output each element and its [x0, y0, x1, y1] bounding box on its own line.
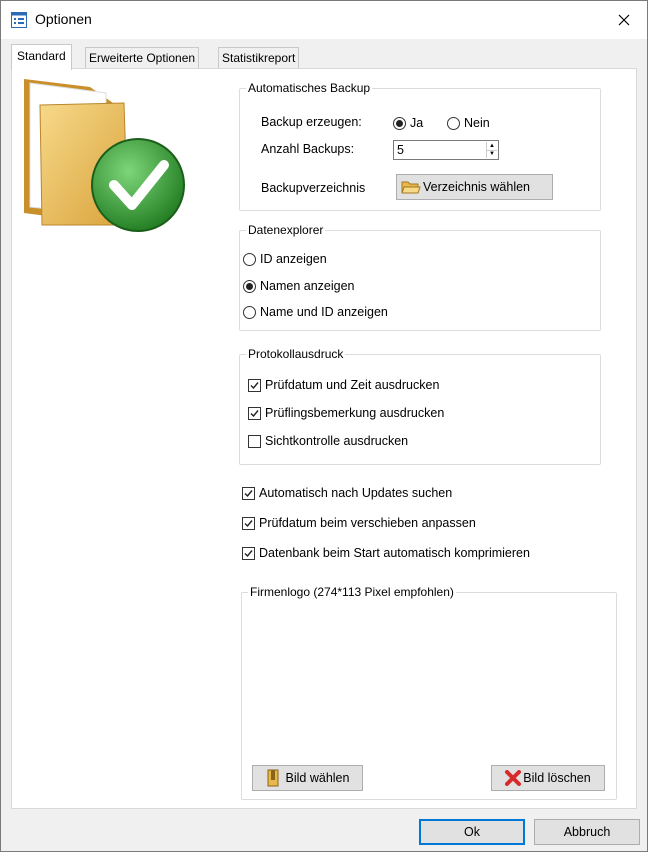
- protocol-option-label: Prüfdatum und Zeit ausdrucken: [265, 378, 440, 392]
- checkbox: [248, 406, 261, 420]
- backup-count-label: Anzahl Backups:: [261, 142, 355, 156]
- logo-groupbox: Firmenlogo (274*113 Pixel empfohlen) Bil…: [241, 584, 617, 800]
- protocol-option-label: Prüflingsbemerkung ausdrucken: [265, 406, 445, 420]
- general-option-label: Prüfdatum beim verschieben anpassen: [259, 516, 476, 530]
- folder-open-icon: [401, 181, 421, 194]
- settings-window-icon: [11, 12, 27, 28]
- protocol-option-visual[interactable]: Sichtkontrolle ausdrucken: [248, 432, 408, 450]
- protocol-groupbox: Protokollausdruck Prüfdatum und Zeit aus…: [239, 346, 601, 465]
- compress-db-checkbox[interactable]: Datenbank beim Start automatisch komprim…: [242, 544, 530, 562]
- window-title: Optionen: [35, 11, 92, 27]
- logo-group-title: Firmenlogo (274*113 Pixel empfohlen): [248, 584, 456, 600]
- close-button[interactable]: [601, 1, 647, 39]
- checkbox: [248, 378, 261, 392]
- explorer-option-name[interactable]: Namen anzeigen: [243, 277, 355, 295]
- radio-indicator: [393, 116, 406, 130]
- explorer-option-label: Namen anzeigen: [260, 279, 355, 293]
- dialog-footer: Ok Abbruch: [1, 809, 647, 851]
- radio-indicator: [447, 116, 460, 130]
- backup-create-label: Backup erzeugen:: [261, 115, 362, 129]
- explorer-group-title: Datenexplorer: [246, 222, 326, 238]
- protocol-option-remark[interactable]: Prüflingsbemerkung ausdrucken: [248, 404, 444, 422]
- delete-x-icon: [505, 770, 522, 786]
- explorer-groupbox: Datenexplorer ID anzeigen Namen anzeigen…: [239, 222, 601, 331]
- tab-strip: Standard Erweiterte Optionen Statistikre…: [1, 39, 647, 70]
- backup-group-title: Automatisches Backup: [246, 80, 373, 96]
- tab-erweiterte-optionen[interactable]: Erweiterte Optionen: [85, 47, 200, 69]
- tab-page-standard: Automatisches Backup Backup erzeugen: Ja…: [11, 68, 637, 809]
- backup-count-value: 5: [397, 143, 404, 157]
- tab-standard[interactable]: Standard: [11, 44, 72, 70]
- backup-dir-label: Backupverzeichnis: [261, 181, 366, 195]
- checkmark-icon: [250, 409, 259, 417]
- backup-yes-label: Ja: [410, 116, 424, 130]
- protocol-option-date[interactable]: Prüfdatum und Zeit ausdrucken: [248, 376, 439, 394]
- checkbox: [248, 434, 261, 448]
- adjust-date-checkbox[interactable]: Prüfdatum beim verschieben anpassen: [242, 514, 476, 532]
- auto-update-checkbox[interactable]: Automatisch nach Updates suchen: [242, 484, 452, 502]
- explorer-option-label: ID anzeigen: [260, 252, 327, 266]
- choose-directory-label: Verzeichnis wählen: [423, 180, 531, 194]
- spin-buttons[interactable]: ▲ ▼: [486, 142, 497, 158]
- backup-no-label: Nein: [464, 116, 490, 130]
- general-option-label: Automatisch nach Updates suchen: [259, 486, 453, 500]
- radio-indicator: [243, 252, 256, 266]
- folder-check-illustration: [20, 75, 200, 235]
- options-window: Optionen Standard Erweiterte Optionen St…: [0, 0, 648, 852]
- title-bar[interactable]: Optionen: [1, 1, 647, 39]
- choose-directory-button[interactable]: Verzeichnis wählen: [396, 174, 553, 200]
- spin-down-icon[interactable]: ▼: [487, 151, 497, 159]
- checkbox: [242, 516, 255, 530]
- checkbox: [242, 546, 255, 560]
- checkmark-icon: [244, 549, 253, 557]
- logo-preview: [250, 613, 608, 753]
- backup-groupbox: Automatisches Backup Backup erzeugen: Ja…: [239, 80, 601, 211]
- radio-indicator: [243, 305, 256, 319]
- backup-count-stepper[interactable]: 5 ▲ ▼: [393, 140, 499, 160]
- checkmark-icon: [250, 381, 259, 389]
- choose-image-button[interactable]: Bild wählen: [252, 765, 363, 791]
- checkbox: [242, 486, 255, 500]
- checkmark-icon: [244, 489, 253, 497]
- radio-indicator: [243, 279, 256, 293]
- backup-yes-radio[interactable]: Ja: [393, 114, 423, 132]
- general-option-label: Datenbank beim Start automatisch komprim…: [259, 546, 530, 560]
- checkmark-icon: [244, 519, 253, 527]
- backup-no-radio[interactable]: Nein: [447, 114, 490, 132]
- cancel-button[interactable]: Abbruch: [534, 819, 640, 845]
- ok-button[interactable]: Ok: [419, 819, 525, 845]
- tab-statistikreport[interactable]: Statistikreport: [218, 47, 300, 69]
- brush-icon: [267, 769, 279, 787]
- delete-image-button[interactable]: Bild löschen: [491, 765, 605, 791]
- close-icon: [618, 14, 630, 26]
- explorer-option-name-id[interactable]: Name und ID anzeigen: [243, 303, 388, 321]
- protocol-group-title: Protokollausdruck: [246, 346, 346, 362]
- explorer-option-label: Name und ID anzeigen: [260, 305, 388, 319]
- explorer-option-id[interactable]: ID anzeigen: [243, 250, 327, 268]
- choose-image-label: Bild wählen: [285, 771, 350, 785]
- spin-up-icon[interactable]: ▲: [487, 142, 497, 151]
- delete-image-label: Bild löschen: [523, 771, 591, 785]
- protocol-option-label: Sichtkontrolle ausdrucken: [265, 434, 409, 448]
